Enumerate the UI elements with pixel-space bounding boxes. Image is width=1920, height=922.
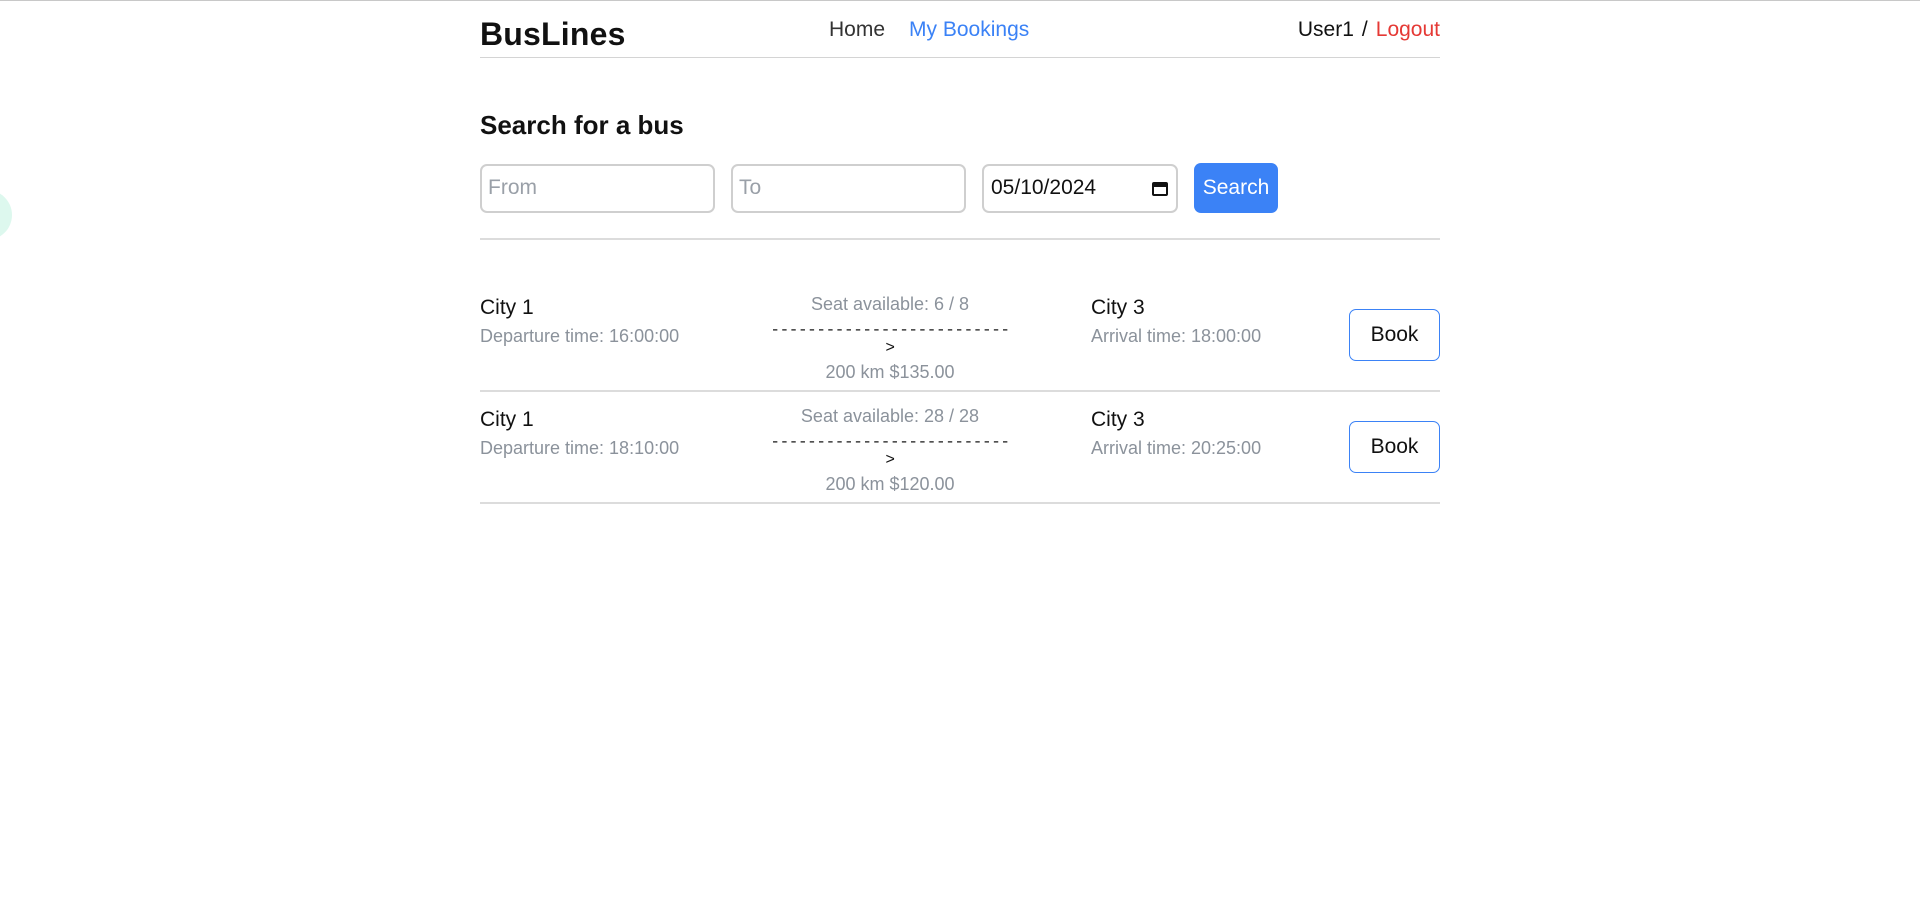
trip-info: Seat available: 6 / 8 ------------------… (770, 294, 1010, 383)
navbar: BusLines Home My Bookings User1 / Logout (480, 0, 1440, 58)
username: User1 (1297, 18, 1354, 41)
search-button[interactable]: Search (1194, 163, 1278, 213)
date-value: 05/10/2024 (991, 176, 1097, 199)
date-input[interactable]: 05/10/2024 (982, 163, 1178, 213)
search-heading: Search for a bus (480, 110, 684, 140)
book-button[interactable]: Book (1349, 421, 1440, 473)
distance-price: 200 km $135.00 (825, 362, 955, 382)
to-input[interactable] (731, 163, 966, 213)
result-row: City 1 Departure time: 16:00:00 Seat ava… (480, 280, 1440, 392)
floating-widget[interactable] (0, 190, 12, 240)
departure-time: Departure time: 18:10:00 (480, 438, 680, 458)
nav-my-bookings-link[interactable]: My Bookings (909, 18, 1029, 42)
arrival-city: City 3 (1091, 408, 1145, 431)
brand-logo[interactable]: BusLines (480, 16, 626, 53)
seats-available: Seat available: 6 / 8 (810, 294, 970, 314)
departure-time: Departure time: 16:00:00 (480, 326, 680, 346)
search-divider (480, 238, 1440, 240)
seats-available: Seat available: 28 / 28 (800, 406, 980, 426)
arrival-time: Arrival time: 20:25:00 (1091, 438, 1262, 458)
book-button[interactable]: Book (1349, 309, 1440, 361)
arrival-time: Arrival time: 18:00:00 (1091, 326, 1262, 346)
search-form: 05/10/2024 Search (480, 163, 1278, 213)
result-row: City 1 Departure time: 18:10:00 Seat ava… (480, 392, 1440, 504)
distance-price: 200 km $120.00 (825, 474, 955, 494)
user-menu: User1 / Logout (1298, 18, 1440, 42)
main-nav: Home My Bookings (829, 18, 1029, 42)
results-list: City 1 Departure time: 16:00:00 Seat ava… (480, 280, 1440, 504)
departure-city: City 1 (480, 408, 534, 431)
from-input[interactable] (480, 163, 715, 213)
arrival-city: City 3 (1091, 296, 1145, 319)
nav-home-link[interactable]: Home (829, 18, 885, 42)
user-separator: / (1361, 18, 1368, 41)
departure-city: City 1 (480, 296, 534, 319)
calendar-icon[interactable] (1151, 179, 1169, 197)
trip-info: Seat available: 28 / 28 ----------------… (770, 406, 1010, 495)
route-arrow: --------------------------> (770, 321, 1010, 357)
route-arrow: --------------------------> (770, 433, 1010, 469)
logout-link[interactable]: Logout (1376, 18, 1440, 42)
page-container: BusLines Home My Bookings User1 / Logout… (480, 0, 1440, 504)
